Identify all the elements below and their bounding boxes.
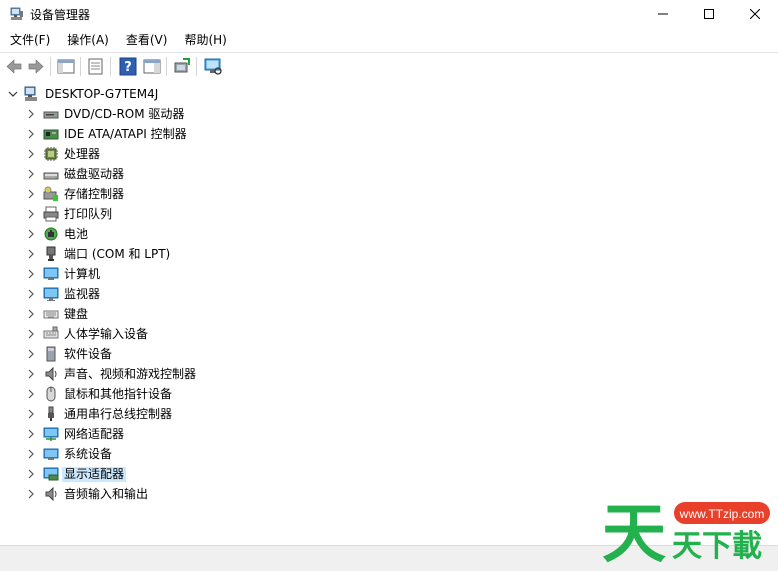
- watermark-logo-text: 天: [602, 498, 666, 566]
- tree-item-label: 软件设备: [64, 347, 113, 361]
- battery-icon: [44, 227, 58, 241]
- tree-item-label: 计算机: [64, 267, 101, 281]
- chevron-right-icon[interactable]: [26, 229, 36, 239]
- menu-view[interactable]: 查看(V): [119, 30, 175, 51]
- chevron-right-icon[interactable]: [26, 449, 36, 459]
- toolbar-separator: [166, 57, 167, 76]
- title-bar: 设备管理器: [0, 0, 778, 28]
- chevron-right-icon[interactable]: [26, 269, 36, 279]
- tree-item-label: 存储控制器: [64, 187, 125, 201]
- tree-item-label: 鼠标和其他指针设备: [64, 387, 173, 401]
- back-arrow-icon[interactable]: [4, 57, 24, 76]
- minimize-button[interactable]: [640, 0, 686, 28]
- chevron-right-icon[interactable]: [26, 409, 36, 419]
- maximize-button[interactable]: [686, 0, 732, 28]
- printer-icon: [43, 206, 59, 222]
- tree-item-label: 电池: [64, 227, 89, 241]
- mouse-icon: [46, 386, 56, 402]
- chevron-right-icon[interactable]: [26, 209, 36, 219]
- tree-item-label: 打印队列: [64, 207, 113, 221]
- tree-item-label: 系统设备: [64, 447, 113, 461]
- monitor-icon: [43, 287, 59, 301]
- maximize-icon: [704, 9, 714, 19]
- chevron-right-icon[interactable]: [26, 289, 36, 299]
- usb-icon: [48, 406, 54, 421]
- tree-item-label: 人体学输入设备: [64, 327, 149, 341]
- tree-item-label: 显示适配器: [62, 467, 127, 482]
- tree-item-label: IDE ATA/ATAPI 控制器: [64, 127, 187, 141]
- close-icon: [750, 9, 760, 19]
- tree-item-label: 端口 (COM 和 LPT): [64, 247, 171, 261]
- port-icon: [46, 246, 56, 261]
- properties-icon[interactable]: [86, 57, 106, 76]
- tree-root-label: DESKTOP-G7TEM4J: [45, 87, 159, 101]
- speaker-icon: [45, 366, 57, 382]
- device-tree: DESKTOP-G7TEM4J DVD/CD-ROM 驱动器 IDE ATA/AT…: [0, 80, 778, 545]
- device-manager-app-icon: [10, 7, 23, 20]
- chevron-right-icon[interactable]: [26, 429, 36, 439]
- audio-io-icon: [45, 486, 57, 502]
- tree-item-label: 监视器: [64, 287, 101, 301]
- computer-icon: [43, 267, 59, 280]
- chevron-right-icon[interactable]: [26, 389, 36, 399]
- menu-file[interactable]: 文件(F): [3, 30, 57, 51]
- chevron-right-icon[interactable]: [26, 309, 36, 319]
- tree-item-label: 磁盘驱动器: [64, 167, 125, 181]
- chevron-right-icon[interactable]: [26, 489, 36, 499]
- minimize-icon: [658, 13, 668, 15]
- network-adapter-icon: [43, 427, 59, 441]
- computer-root-icon: [24, 86, 37, 101]
- disk-drive-icon: [43, 172, 59, 180]
- storage-controller-icon: [43, 186, 58, 201]
- menu-action[interactable]: 操作(A): [60, 30, 116, 51]
- chevron-right-icon[interactable]: [26, 329, 36, 339]
- chevron-right-icon[interactable]: [26, 129, 36, 139]
- menu-bar: 文件(F) 操作(A) 查看(V) 帮助(H): [0, 30, 778, 51]
- action-pane-icon[interactable]: [142, 57, 162, 76]
- software-device-icon: [46, 346, 56, 362]
- scan-hardware-icon[interactable]: [203, 57, 223, 76]
- watermark-text: 天下載: [672, 529, 762, 564]
- dvd-drive-icon: [43, 111, 59, 119]
- svg-text:?: ?: [124, 60, 132, 75]
- menu-help[interactable]: 帮助(H): [177, 30, 233, 51]
- toolbar-separator: [50, 57, 51, 76]
- tree-item-label: 键盘: [64, 307, 89, 321]
- ide-controller-icon: [43, 129, 59, 140]
- chevron-right-icon[interactable]: [26, 349, 36, 359]
- keyboard-icon: [43, 310, 59, 319]
- window-title: 设备管理器: [30, 8, 91, 22]
- display-adapter-icon: [43, 467, 59, 481]
- toolbar-separator: [80, 57, 81, 76]
- update-driver-icon[interactable]: [172, 57, 192, 76]
- ttzip-watermark-logo: 天 www.TTzip.com 天下載: [602, 498, 770, 566]
- chevron-right-icon[interactable]: [26, 189, 36, 199]
- chevron-down-icon[interactable]: [8, 89, 18, 99]
- tree-item-label: 网络适配器: [64, 427, 125, 441]
- chevron-right-icon[interactable]: [26, 469, 36, 479]
- scrollbar-track[interactable]: [0, 550, 600, 567]
- close-button[interactable]: [732, 0, 778, 28]
- toolbar-separator: [110, 57, 111, 76]
- tree-item-label: 声音、视频和游戏控制器: [64, 367, 197, 381]
- chevron-right-icon[interactable]: [26, 369, 36, 379]
- show-hide-tree-icon[interactable]: [56, 57, 76, 76]
- chevron-right-icon[interactable]: [26, 149, 36, 159]
- tree-item-label: 音频输入和输出: [64, 487, 149, 501]
- chevron-right-icon[interactable]: [26, 109, 36, 119]
- hid-icon: [43, 326, 59, 339]
- tree-item-label: 处理器: [64, 147, 101, 161]
- toolbar: ?: [0, 52, 778, 81]
- tree-item-label: 通用串行总线控制器: [64, 407, 173, 421]
- toolbar-separator: [196, 57, 197, 76]
- tree-item-label: DVD/CD-ROM 驱动器: [64, 107, 185, 121]
- help-icon[interactable]: ?: [118, 57, 138, 76]
- forward-arrow-icon[interactable]: [26, 57, 46, 76]
- system-device-icon: [43, 448, 59, 460]
- processor-icon: [44, 147, 58, 161]
- chevron-right-icon[interactable]: [26, 169, 36, 179]
- chevron-right-icon[interactable]: [26, 249, 36, 259]
- watermark-url: www.TTzip.com: [679, 507, 765, 521]
